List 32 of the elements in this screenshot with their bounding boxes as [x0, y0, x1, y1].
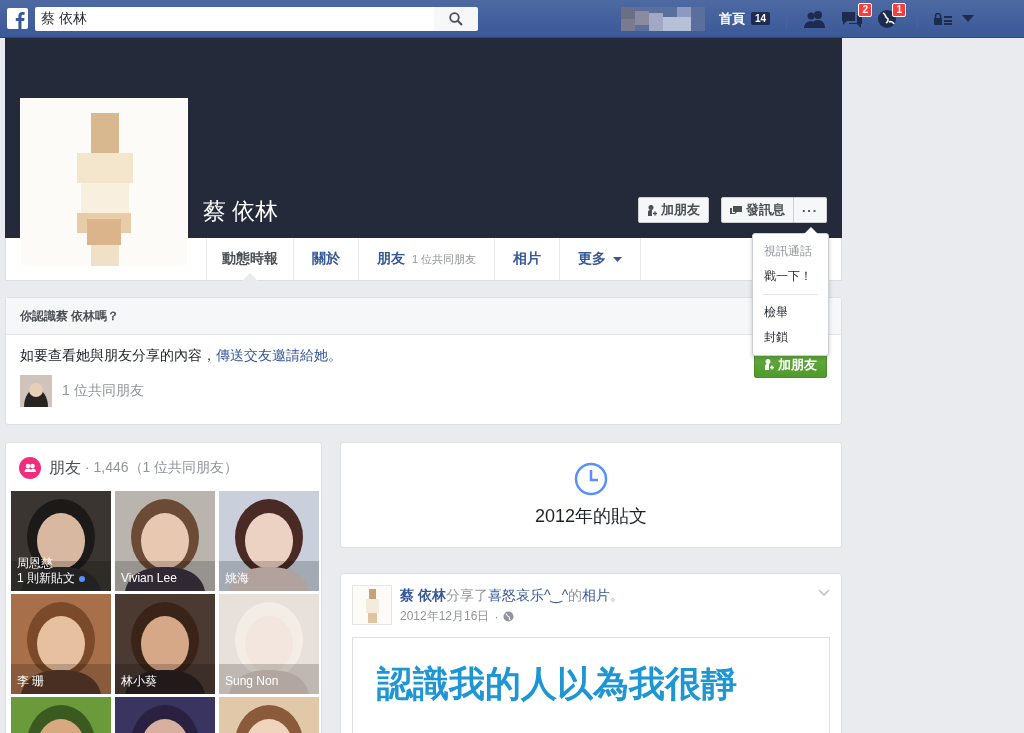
menu-item[interactable]: 戳一下！ [753, 264, 828, 289]
friend-name[interactable]: 林小葵 [121, 674, 157, 689]
more-button[interactable]: ··· [794, 197, 827, 223]
notification-badge: 1 [892, 2, 906, 17]
search-field[interactable]: 蔡 依林 [35, 6, 434, 31]
friend-count: · 1,446（1 位共同朋友） [85, 459, 239, 477]
photo-caption: 認識我的人以為我很靜 [377, 663, 737, 704]
year-heading: 2012年的貼文 [534, 505, 647, 528]
profile-tab[interactable]: 相片 [495, 238, 561, 280]
new-post-note: 1 則新貼文 [17, 571, 75, 586]
profile-tab[interactable]: 關於 [294, 238, 359, 280]
count-badge: 14 [750, 12, 770, 25]
home-link[interactable]: 首頁 [718, 9, 745, 28]
album-link[interactable]: 相片 [582, 587, 611, 603]
message-button[interactable]: 發訊息 [721, 197, 794, 223]
separator-dot: · [494, 609, 499, 624]
notification-badge: 2 [858, 2, 872, 17]
profile-tab[interactable]: 朋友 1 位共同朋友 [359, 238, 496, 280]
profile-tab[interactable]: 更多 [560, 238, 642, 280]
add-friend-button[interactable]: 加朋友 [638, 197, 709, 223]
section-title[interactable]: 朋友 [49, 457, 81, 479]
post-headline: 蔡 依林分享了喜怒哀乐^‿^的相片。 [400, 587, 625, 605]
card-title: 你認識蔡 依林嗎？ [20, 307, 120, 325]
album-link[interactable]: 喜怒哀乐^‿^ [487, 587, 569, 603]
profile-tab[interactable]: 動態時報 [206, 238, 294, 280]
author-link[interactable]: 蔡 依林 [400, 587, 446, 603]
profile-name: 蔡 依林 [203, 197, 279, 226]
friend-name[interactable]: 李 珊 [17, 674, 45, 689]
menu-item[interactable]: 檢舉 [753, 300, 828, 325]
invite-link[interactable]: 傳送交友邀請給她。 [216, 347, 342, 363]
menu-item[interactable]: 封鎖 [753, 325, 828, 350]
invite-text: 如要查看她與朋友分享的內容，傳送交友邀請給她。 [20, 347, 342, 365]
